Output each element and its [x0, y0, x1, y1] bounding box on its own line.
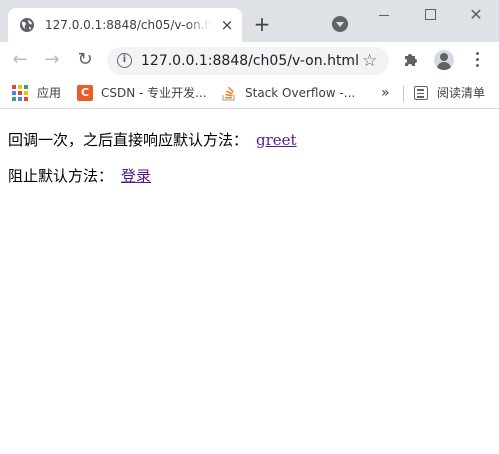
bookmarks-overflow-chevron-icon[interactable]: »: [381, 83, 390, 103]
bookmark-stackoverflow[interactable]: Stack Overflow -...: [245, 83, 355, 103]
globe-icon: [20, 18, 34, 32]
more-menu-icon[interactable]: [470, 51, 486, 69]
apps-grid-icon[interactable]: [12, 85, 28, 101]
reload-button[interactable]: ↻: [75, 50, 95, 70]
back-button[interactable]: ←: [10, 50, 30, 70]
greet-row: 回调一次，之后直接响应默认方法： greet: [8, 130, 297, 150]
csdn-icon: C: [77, 85, 93, 101]
stackoverflow-icon: [222, 86, 235, 101]
maximize-button[interactable]: [416, 4, 444, 26]
window-close-button[interactable]: ✕: [462, 4, 490, 26]
tab-close-button[interactable]: ×: [220, 18, 234, 33]
greet-label: 回调一次，之后直接响应默认方法：: [8, 131, 249, 149]
bookmark-apps[interactable]: 应用: [37, 83, 61, 103]
reading-list-button[interactable]: 阅读清单: [437, 83, 485, 103]
extensions-puzzle-icon[interactable]: [402, 51, 420, 69]
minimize-button[interactable]: [370, 4, 398, 26]
forward-button[interactable]: →: [42, 50, 62, 70]
bookmarks-bar: 应用 C CSDN - 专业开发... Stack Overflow -... …: [0, 78, 499, 109]
login-row: 阻止默认方法： 登录: [8, 166, 151, 186]
reading-list-icon: [414, 86, 428, 100]
bookmark-star-icon[interactable]: ☆: [362, 51, 377, 71]
new-tab-button[interactable]: +: [252, 14, 272, 34]
tab-search-icon[interactable]: [332, 16, 348, 32]
site-info-icon[interactable]: i: [117, 53, 132, 68]
greet-link[interactable]: greet: [256, 131, 297, 149]
profile-avatar-icon[interactable]: [434, 50, 454, 70]
tab-strip: 127.0.0.1:8848/ch05/v-on.html × + ✕: [0, 0, 499, 42]
login-link[interactable]: 登录: [121, 167, 151, 185]
page-content: 回调一次，之后直接响应默认方法： greet 阻止默认方法： 登录: [0, 110, 499, 454]
bookmarks-divider: [403, 86, 404, 102]
bookmark-csdn[interactable]: CSDN - 专业开发...: [101, 83, 207, 103]
address-bar[interactable]: i 127.0.0.1:8848/ch05/v-on.html ☆: [107, 47, 389, 75]
browser-tab[interactable]: 127.0.0.1:8848/ch05/v-on.html ×: [8, 8, 242, 42]
url-text[interactable]: 127.0.0.1:8848/ch05/v-on.html: [141, 52, 359, 70]
tab-title: 127.0.0.1:8848/ch05/v-on.html: [45, 18, 211, 32]
browser-toolbar: ← → ↻ i 127.0.0.1:8848/ch05/v-on.html ☆: [0, 42, 499, 78]
login-label: 阻止默认方法：: [8, 167, 114, 185]
